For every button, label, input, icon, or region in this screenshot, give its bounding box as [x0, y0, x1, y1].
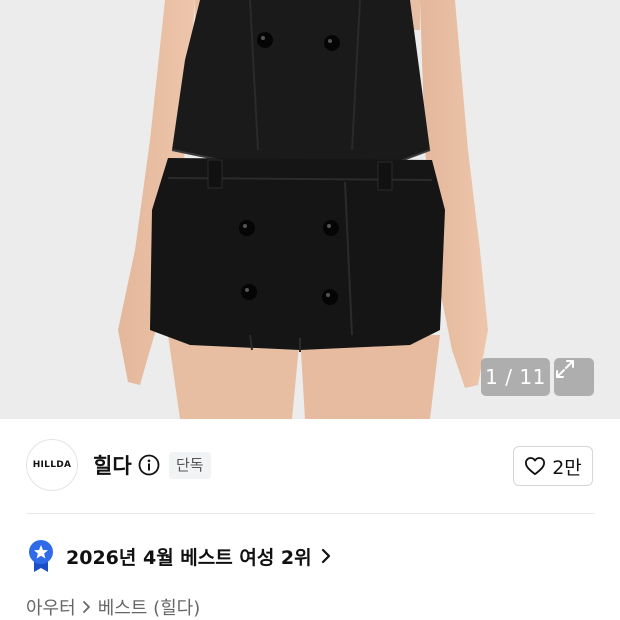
like-count: 2만	[552, 456, 582, 479]
expand-arrows-icon	[556, 360, 574, 378]
breadcrumb-item-outer[interactable]: 아우터	[26, 594, 76, 620]
chevron-right-icon	[321, 548, 330, 564]
divider	[26, 513, 594, 514]
medal-star-icon	[29, 540, 53, 572]
breadcrumb: 아우터 베스트 (힐다)	[26, 594, 200, 620]
product-image-gallery[interactable]: 1 / 11	[0, 0, 620, 419]
image-counter: 1 / 11	[481, 358, 550, 396]
product-photo	[118, 0, 488, 419]
breadcrumb-item-best[interactable]: 베스트 (힐다)	[98, 594, 201, 620]
exclusive-badge: 단독	[169, 452, 211, 479]
brand-row: HILLDA 힐다 단독 2만	[0, 419, 620, 513]
ranking-link[interactable]: 2026년 4월 베스트 여성 2위	[26, 538, 332, 574]
expand-button[interactable]	[554, 358, 594, 396]
info-circle-icon[interactable]	[138, 454, 160, 476]
ranking-text: 2026년 4월 베스트 여성 2위	[66, 546, 312, 569]
heart-icon	[525, 457, 546, 476]
brand-logo-text: HILLDA	[32, 460, 72, 470]
brand-logo[interactable]: HILLDA	[26, 439, 78, 491]
brand-name[interactable]: 힐다	[93, 450, 132, 480]
chevron-right-icon	[82, 601, 90, 613]
like-button[interactable]: 2만	[513, 446, 593, 486]
